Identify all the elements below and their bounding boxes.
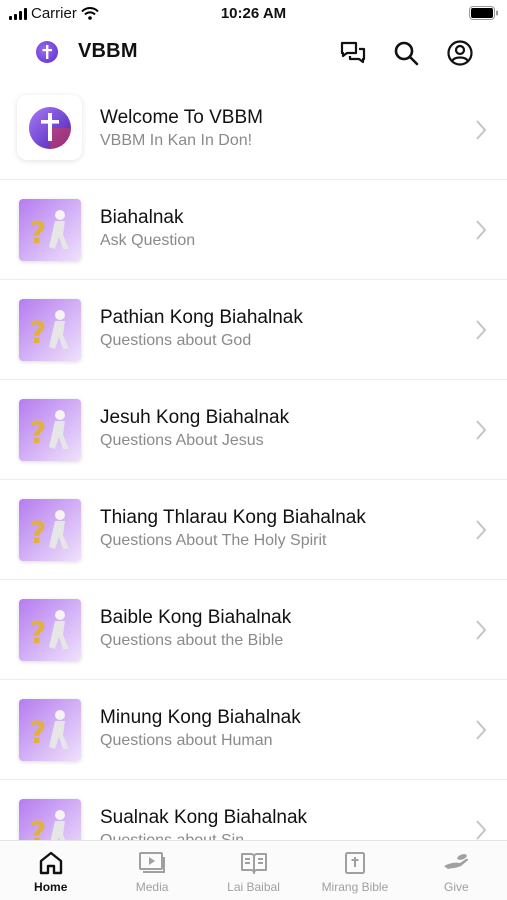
list-item[interactable]: ? Pathian Kong Biahalnak Questions about… — [0, 280, 507, 380]
chevron-right-icon — [476, 220, 487, 240]
app-title: VBBM — [78, 40, 138, 62]
chevron-right-icon — [476, 820, 487, 840]
question-figure-icon: ? — [19, 599, 81, 661]
tab-media[interactable]: Media — [101, 841, 202, 900]
list-item[interactable]: ? Thiang Thlarau Kong Biahalnak Question… — [0, 480, 507, 580]
chevron-right-icon — [476, 520, 487, 540]
chevron-right-icon — [476, 420, 487, 440]
chevron-right-icon — [476, 720, 487, 740]
list-item-subtitle: Questions about Sin — [100, 832, 244, 840]
status-bar: Carrier 10:26 AM — [0, 0, 507, 30]
list-item-subtitle: Questions about God — [100, 332, 252, 349]
vbbm-logo-icon — [17, 95, 82, 160]
question-figure-icon: ? — [19, 799, 81, 840]
list-item-subtitle: Ask Question — [100, 232, 196, 249]
list-item-subtitle: VBBM In Kan In Don! — [100, 132, 253, 149]
tab-label: Mirang Bible — [321, 880, 389, 894]
status-time: 10:26 AM — [220, 5, 287, 22]
chevron-right-icon — [476, 320, 487, 340]
tab-label: Lai Baibal — [227, 880, 280, 894]
svg-text:?: ? — [29, 616, 46, 651]
bottom-tab-bar: Home Media Lai Baibal Mirang Bible Give — [0, 840, 507, 900]
question-figure-icon: ? — [19, 699, 81, 761]
list-item-title: Jesuh Kong Biahalnak — [100, 407, 290, 428]
list-item-subtitle: Questions About Jesus — [100, 432, 264, 449]
list-item-title: Minung Kong Biahalnak — [100, 707, 301, 728]
tab-give[interactable]: Give — [406, 841, 507, 900]
svg-text:?: ? — [29, 316, 46, 351]
list-item-subtitle: Questions about Human — [100, 732, 273, 749]
app-logo-icon — [36, 41, 58, 63]
book-icon — [240, 853, 267, 874]
chat-icon[interactable] — [338, 38, 368, 68]
list-item-title: Sualnak Kong Biahalnak — [100, 807, 308, 828]
bible-icon — [344, 852, 365, 874]
svg-text:?: ? — [29, 816, 46, 840]
app-header: VBBM — [0, 30, 507, 78]
list-item-welcome[interactable]: Welcome To VBBM VBBM In Kan In Don! — [0, 80, 507, 180]
list-item-subtitle: Questions About The Holy Spirit — [100, 532, 327, 549]
list-item-title: Baible Kong Biahalnak — [100, 607, 292, 628]
list-item[interactable]: ? Baible Kong Biahalnak Questions about … — [0, 580, 507, 680]
question-figure-icon: ? — [19, 399, 81, 461]
search-icon[interactable] — [391, 38, 421, 68]
list-item[interactable]: ? Jesuh Kong Biahalnak Questions About J… — [0, 380, 507, 480]
battery-icon — [469, 6, 498, 20]
tab-label: Give — [443, 880, 469, 894]
list-item-title: Thiang Thlarau Kong Biahalnak — [100, 507, 366, 528]
question-figure-icon: ? — [19, 499, 81, 561]
list-item-title: Biahalnak — [100, 207, 184, 228]
list-item-title: Pathian Kong Biahalnak — [100, 307, 303, 328]
list-item[interactable]: ? Sualnak Kong Biahalnak Questions about… — [0, 780, 507, 840]
svg-text:?: ? — [29, 216, 46, 251]
topic-list: Welcome To VBBM VBBM In Kan In Don! ? Bi… — [0, 80, 507, 840]
list-item-subtitle: Questions about the Bible — [100, 632, 284, 649]
question-figure-icon: ? — [19, 299, 81, 361]
give-icon — [444, 854, 469, 869]
question-figure-icon: ? — [19, 199, 81, 261]
media-icon — [139, 852, 166, 873]
svg-text:?: ? — [29, 716, 46, 751]
list-item[interactable]: ? Biahalnak Ask Question — [0, 180, 507, 280]
tab-lai-baibal[interactable]: Lai Baibal — [203, 841, 304, 900]
list-item[interactable]: ? Minung Kong Biahalnak Questions about … — [0, 680, 507, 780]
tab-mirang-bible[interactable]: Mirang Bible — [304, 841, 405, 900]
home-icon — [39, 851, 62, 875]
tab-home[interactable]: Home — [0, 841, 101, 900]
svg-text:?: ? — [29, 516, 46, 551]
chevron-right-icon — [476, 120, 487, 140]
svg-text:?: ? — [29, 416, 46, 451]
chevron-right-icon — [476, 620, 487, 640]
list-item-title: Welcome To VBBM — [100, 107, 263, 128]
tab-label: Media — [135, 880, 169, 894]
profile-icon[interactable] — [445, 38, 475, 68]
tab-label: Home — [34, 880, 68, 894]
